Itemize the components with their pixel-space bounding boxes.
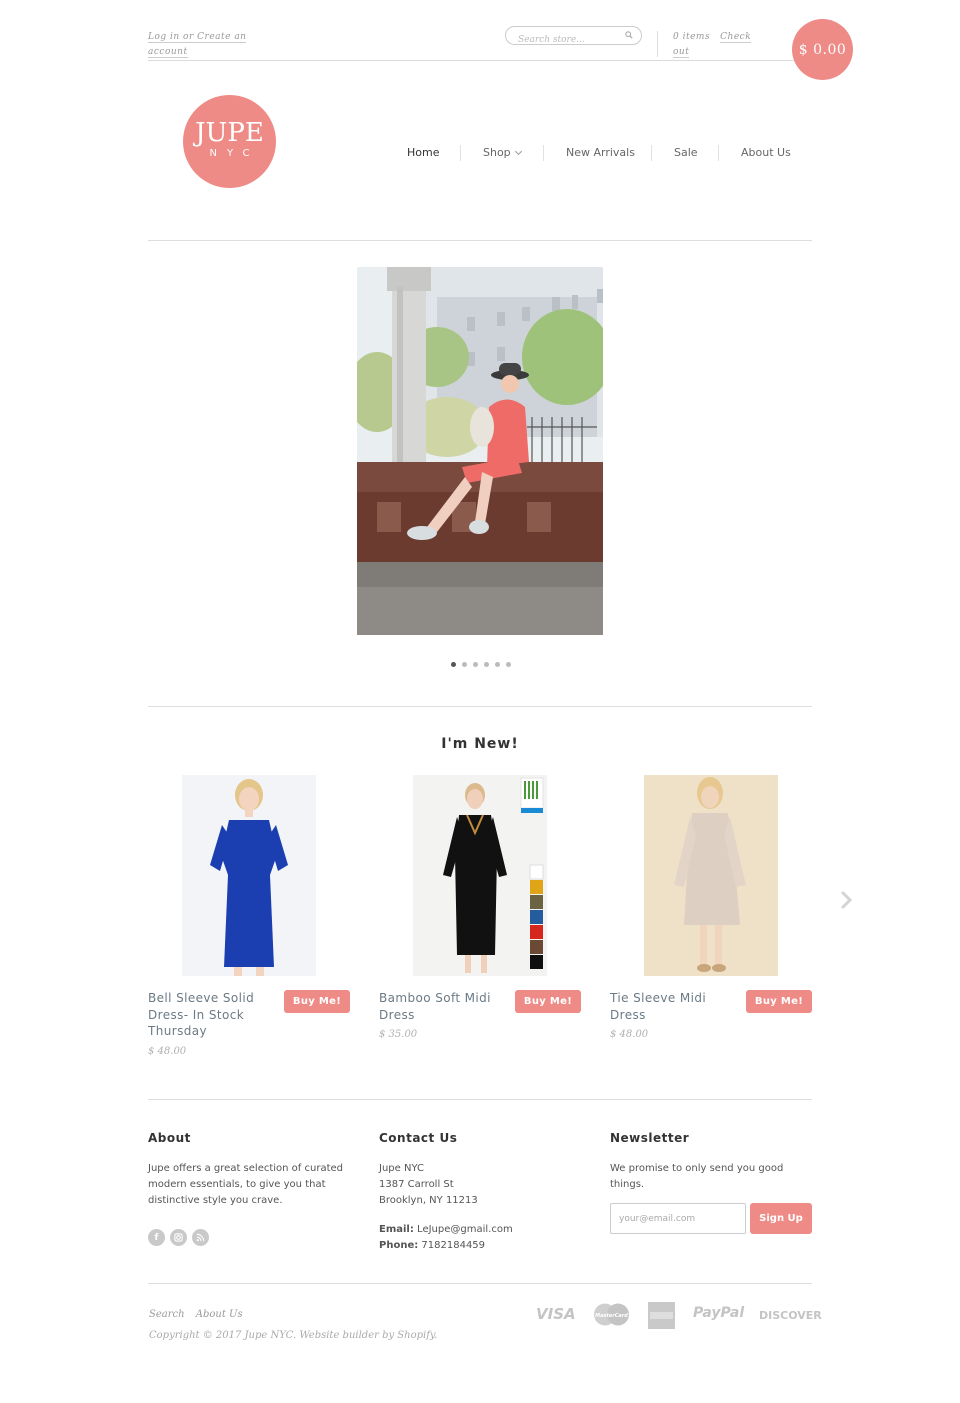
american-express-icon — [648, 1302, 675, 1329]
login-link[interactable]: Log in or Create an account — [148, 32, 247, 58]
slide-dot[interactable] — [506, 662, 511, 667]
product-photo — [413, 775, 547, 976]
buy-button[interactable]: Buy Me! — [515, 990, 581, 1013]
product-title[interactable]: Tie Sleeve Midi Dress — [610, 990, 735, 1023]
slide-dot[interactable] — [495, 662, 500, 667]
contact-address: Jupe NYC 1387 Carroll St Brooklyn, NY 11… — [379, 1161, 478, 1209]
divider — [148, 706, 812, 707]
divider — [657, 31, 658, 57]
buy-button[interactable]: Buy Me! — [284, 990, 350, 1013]
product-price: $ 35.00 — [379, 1029, 418, 1040]
logo-subtext: NYC — [209, 148, 260, 159]
social-links: f — [148, 1229, 209, 1246]
divider — [148, 1099, 812, 1100]
cart-total: $ 0.00 — [798, 41, 847, 58]
search-icon[interactable] — [625, 31, 633, 39]
svg-text:MasterCard: MasterCard — [595, 1313, 628, 1319]
cart-items-count: 0 items — [673, 32, 711, 42]
visa-icon: VISA — [536, 1305, 576, 1323]
contact-line: Brooklyn, NY 11213 — [379, 1195, 478, 1206]
nav-divider — [718, 145, 719, 161]
chevron-right-icon[interactable] — [838, 890, 854, 910]
copyright: Copyright © 2017 Jupe NYC. Website build… — [149, 1330, 438, 1341]
account-links[interactable]: Log in or Create an account — [148, 30, 258, 60]
slideshow-pagination — [451, 662, 511, 667]
site-logo[interactable]: JUPE NYC — [183, 95, 276, 188]
slide-dot[interactable] — [462, 662, 467, 667]
divider — [148, 1283, 812, 1284]
section-title: I'm New! — [441, 736, 519, 752]
chevron-down-icon — [514, 147, 522, 156]
footer-about-title: About — [148, 1131, 191, 1145]
nav-sale[interactable]: Sale — [674, 145, 698, 161]
nav-home-label: Home — [407, 146, 440, 159]
instagram-icon[interactable] — [170, 1229, 187, 1246]
facebook-icon[interactable]: f — [148, 1229, 165, 1246]
footer-links: Search About Us — [149, 1309, 251, 1320]
newsletter-email-input[interactable] — [610, 1203, 746, 1234]
footer-contact-title: Contact Us — [379, 1131, 458, 1145]
product-price: $ 48.00 — [610, 1029, 649, 1040]
contact-details: Email: LeJupe@gmail.com Phone: 718218445… — [379, 1222, 513, 1254]
product-title[interactable]: Bell Sleeve Solid Dress- In Stock Thursd… — [148, 990, 273, 1040]
nav-divider — [651, 145, 652, 161]
rss-icon[interactable] — [192, 1229, 209, 1246]
discover-icon: DISCOVER — [759, 1309, 822, 1322]
divider — [148, 240, 812, 241]
footer-about-text: Jupe offers a great selection of curated… — [148, 1163, 343, 1206]
hero-photo — [357, 267, 603, 635]
product-image[interactable] — [413, 775, 547, 976]
nav-shop[interactable]: Shop — [483, 145, 522, 161]
nav-new-arrivals-label: New Arrivals — [566, 146, 635, 159]
top-bar: Log in or Create an account 0 items Chec… — [148, 22, 812, 61]
nav-shop-label: Shop — [483, 146, 511, 159]
nav-divider — [543, 145, 544, 161]
slide-dot[interactable] — [473, 662, 478, 667]
nav-new-arrivals[interactable]: New Arrivals — [566, 145, 635, 161]
mastercard-icon: MasterCard — [594, 1303, 629, 1326]
contact-line: Jupe NYC — [379, 1163, 424, 1174]
buy-button[interactable]: Buy Me! — [746, 990, 812, 1013]
slide-dot[interactable] — [451, 662, 456, 667]
product-image[interactable] — [644, 775, 778, 976]
nav-home[interactable]: Home — [407, 145, 439, 161]
search-input[interactable] — [518, 31, 628, 49]
sign-up-button[interactable]: Sign Up — [750, 1203, 812, 1234]
nav-about-us[interactable]: About Us — [741, 145, 791, 161]
email-label: Email: — [379, 1224, 414, 1235]
nav-sale-label: Sale — [674, 146, 698, 159]
slideshow-image[interactable] — [357, 267, 603, 635]
footer-link-about[interactable]: About Us — [196, 1309, 243, 1320]
phone-number: 7182184459 — [421, 1240, 486, 1251]
cart-total-button[interactable]: $ 0.00 — [792, 19, 853, 80]
search-box[interactable] — [505, 26, 642, 49]
footer-newsletter-title: Newsletter — [610, 1131, 690, 1145]
email-link[interactable]: LeJupe@gmail.com — [417, 1224, 513, 1235]
product-price: $ 48.00 — [148, 1046, 187, 1057]
product-photo — [182, 775, 316, 976]
phone-label: Phone: — [379, 1240, 419, 1251]
product-title[interactable]: Bamboo Soft Midi Dress — [379, 990, 504, 1023]
nav-about-us-label: About Us — [741, 146, 791, 159]
footer-link-search[interactable]: Search — [149, 1309, 185, 1320]
product-photo — [644, 775, 778, 976]
product-image[interactable] — [182, 775, 316, 976]
slide-dot[interactable] — [484, 662, 489, 667]
nav-divider — [460, 145, 461, 161]
contact-line: 1387 Carroll St — [379, 1179, 454, 1190]
logo-wordmark: JUPE — [195, 118, 264, 148]
cart-summary: 0 items Check out — [673, 30, 763, 60]
paypal-icon: PayPal — [693, 1305, 745, 1321]
newsletter-text: We promise to only send you good things. — [610, 1163, 784, 1190]
